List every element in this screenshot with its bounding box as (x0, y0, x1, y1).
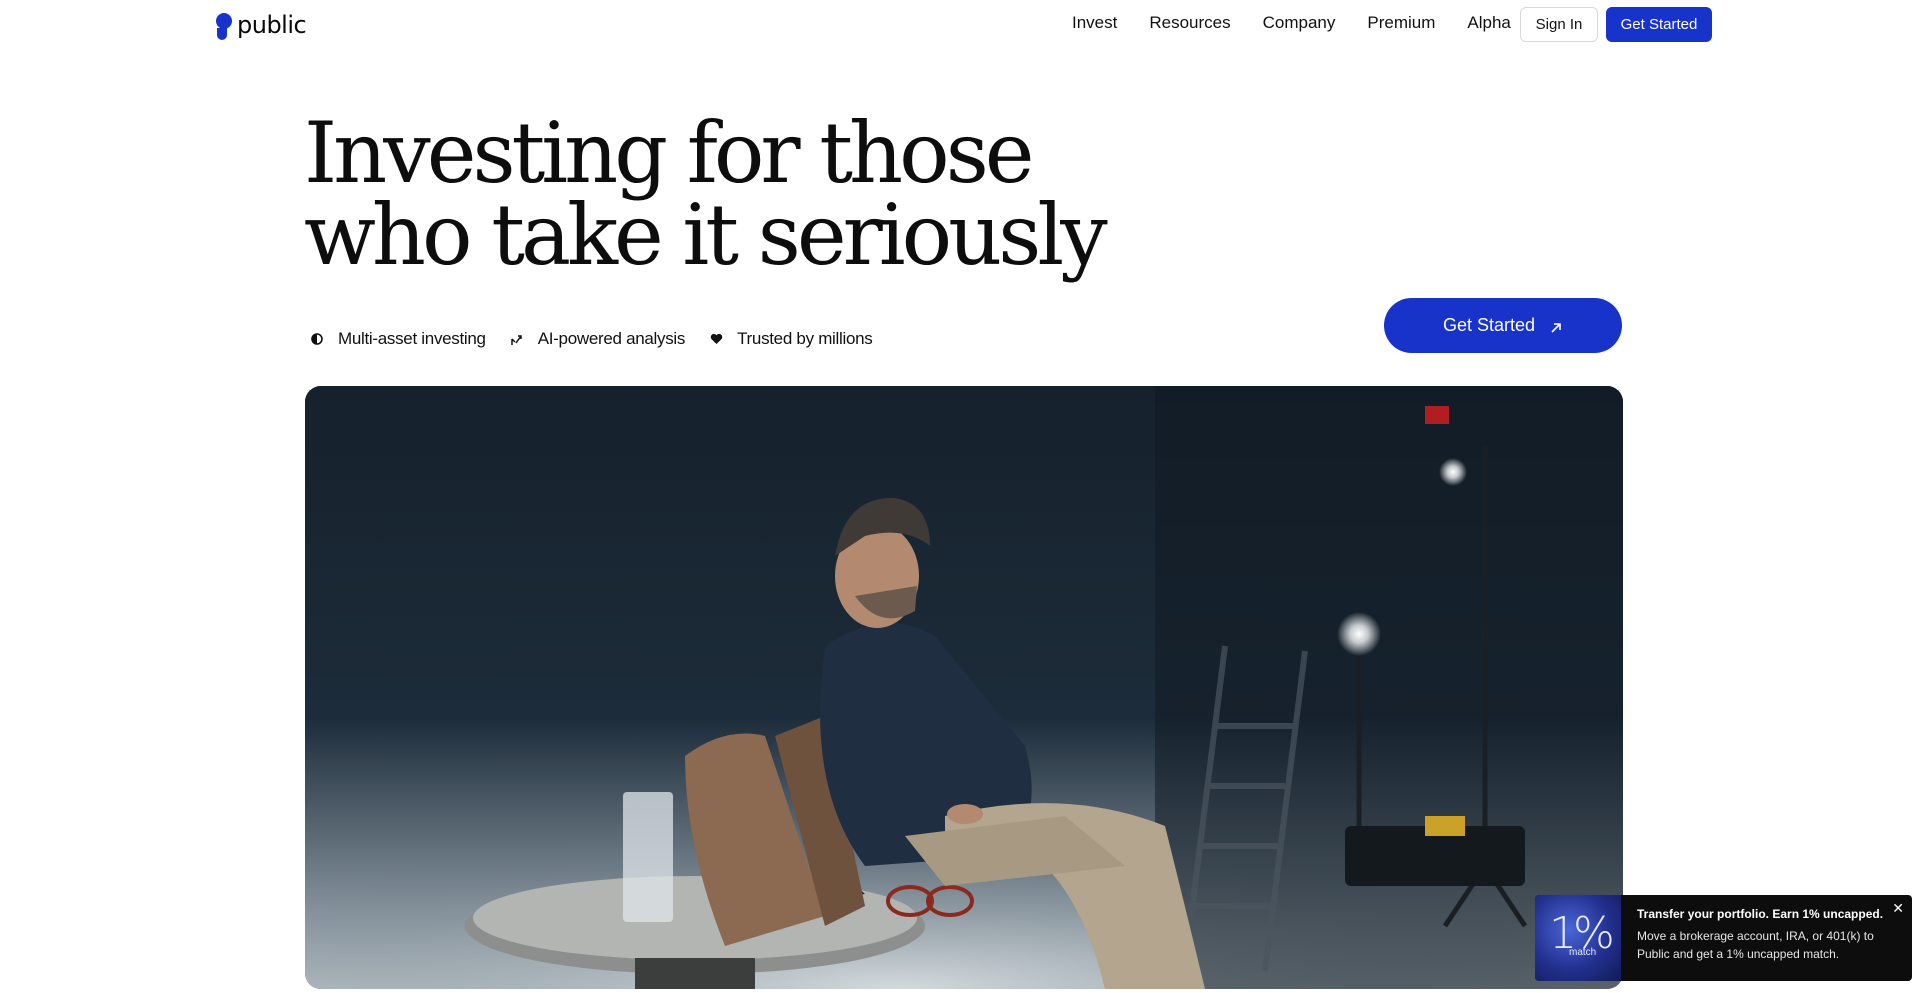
main-nav-links: Invest Resources Company Premium Alpha (1072, 12, 1511, 34)
promo-thumbnail: 1% match (1535, 895, 1621, 981)
nav-link-company[interactable]: Company (1263, 12, 1336, 34)
heart-icon (709, 332, 723, 346)
feature-list: Multi-asset investing AI-powered analysi… (310, 329, 896, 349)
nav-get-started-button[interactable]: Get Started (1606, 7, 1712, 42)
half-circle-icon (310, 332, 324, 346)
public-logo-icon (216, 11, 232, 40)
arrow-up-right-icon (1549, 319, 1563, 333)
feature-trusted: Trusted by millions (709, 329, 873, 349)
nav-link-invest[interactable]: Invest (1072, 12, 1117, 34)
nav-link-resources[interactable]: Resources (1149, 12, 1230, 34)
promo-thumbnail-caption: match (1569, 947, 1597, 958)
feature-multi-asset: Multi-asset investing (310, 329, 486, 349)
hero-get-started-button[interactable]: Get Started (1384, 298, 1622, 353)
hero-headline-line-1: Investing for those (304, 104, 1035, 202)
close-icon[interactable]: ✕ (1892, 901, 1904, 915)
promo-toast[interactable]: 1% match Transfer your portfolio. Earn 1… (1535, 895, 1912, 981)
logo-wordmark: public (237, 11, 307, 39)
feature-ai-analysis: AI-powered analysis (510, 329, 685, 349)
hero-headline-line-2: who take it seriously (304, 186, 1108, 284)
trend-up-arrow-icon (510, 332, 524, 346)
hero-video[interactable] (305, 386, 1623, 989)
nav-link-alpha[interactable]: Alpha (1467, 12, 1510, 34)
hero-cta-label: Get Started (1442, 315, 1536, 335)
promo-toast-title: Transfer your portfolio. Earn 1% uncappe… (1637, 907, 1884, 921)
video-still-image (305, 386, 1623, 989)
sign-in-button[interactable]: Sign In (1520, 7, 1598, 42)
feature-label: AI-powered analysis (537, 329, 686, 348)
promo-toast-body: Move a brokerage account, IRA, or 401(k)… (1637, 929, 1874, 961)
top-navigation: public Invest Resources Company Premium … (0, 0, 1920, 46)
promo-toast-content: Transfer your portfolio. Earn 1% uncappe… (1621, 895, 1912, 981)
nav-link-premium[interactable]: Premium (1367, 12, 1435, 34)
feature-label: Trusted by millions (737, 329, 873, 348)
hero-headline: Investing for those who take it seriousl… (304, 104, 1304, 284)
feature-label: Multi-asset investing (338, 329, 486, 348)
public-logo[interactable]: public (216, 10, 307, 40)
